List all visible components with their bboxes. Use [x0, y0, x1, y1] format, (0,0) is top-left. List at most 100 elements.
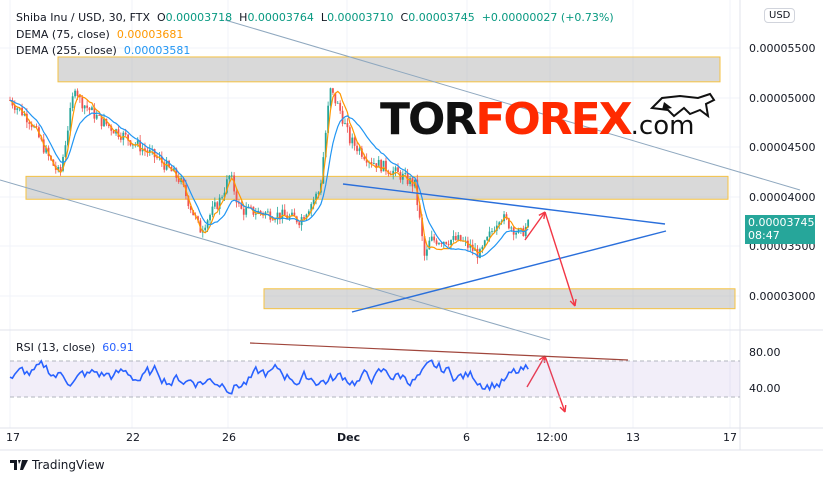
candle-body: [394, 167, 397, 171]
candle-body: [211, 206, 214, 215]
price-tick: 0.00004500: [749, 141, 816, 154]
symbol-legend: Shiba Inu / USD, 30, FTX O0.00003718 H0.…: [16, 11, 614, 24]
price-tick: 0.00005500: [749, 42, 816, 55]
change-value: +0.00000027 (+0.73%): [481, 11, 614, 24]
candle-body: [358, 148, 361, 152]
candle-body: [74, 90, 76, 97]
candle-body: [353, 137, 356, 146]
candle-body: [438, 243, 440, 245]
candle-body: [452, 235, 455, 240]
candle-body: [91, 107, 93, 111]
currency-button[interactable]: USD: [764, 8, 796, 23]
candle-body: [16, 108, 19, 110]
dema-255-legend[interactable]: DEMA (255, close) 0.00003581: [16, 44, 190, 57]
candle-body: [103, 118, 105, 127]
candle-body: [401, 173, 404, 180]
candle-body: [86, 105, 89, 108]
time-tick: 12:00: [536, 431, 568, 444]
price-chart[interactable]: [0, 0, 823, 482]
tradingview-icon: [10, 460, 28, 470]
candle-body: [454, 235, 457, 241]
candle-body: [510, 227, 513, 229]
torforex-watermark-logo: TORFOREX.com: [380, 92, 716, 142]
symbol-title: Shiba Inu / USD, 30, FTX: [16, 11, 150, 24]
close-value: 0.00003745: [408, 11, 475, 24]
candle-body: [336, 102, 339, 104]
candle-body: [112, 130, 115, 134]
price-tick: 0.00005000: [749, 92, 816, 105]
candle-body: [430, 236, 433, 241]
candle-body: [216, 202, 219, 209]
candle-body: [397, 167, 399, 173]
candle-body: [332, 88, 334, 93]
price-tick: 0.00003000: [749, 290, 816, 303]
candle-body: [527, 219, 530, 227]
candle-body: [88, 107, 91, 111]
candle-body: [254, 213, 257, 215]
candle-body: [98, 114, 101, 116]
support-resistance-zone: [57, 56, 721, 83]
open-value: 0.00003718: [165, 11, 233, 24]
candle-body: [491, 231, 493, 233]
candle-body: [213, 202, 216, 207]
candle-body: [488, 231, 491, 237]
high-value: 0.00003764: [247, 11, 314, 24]
candle-body: [83, 105, 86, 109]
price-tick: 0.00004000: [749, 191, 816, 204]
candle-body: [373, 163, 375, 165]
candle-body: [283, 209, 286, 216]
candle-body: [344, 122, 346, 124]
candle-body: [266, 211, 269, 213]
candle-body: [242, 208, 245, 215]
candle-body: [486, 236, 489, 241]
candle-body: [71, 96, 74, 108]
candle-body: [459, 235, 462, 241]
candle-body: [447, 243, 450, 245]
candle-body: [515, 232, 517, 235]
candle-body: [348, 127, 351, 144]
candle-body: [124, 132, 127, 135]
bar-countdown: 08:47: [748, 229, 780, 242]
candle-body: [221, 197, 223, 199]
time-tick: Dec: [337, 431, 361, 444]
bull-icon: [650, 92, 716, 119]
rsi-trend-line: [249, 342, 629, 361]
time-tick: 13: [626, 431, 640, 444]
rsi-tick: 80.00: [749, 346, 781, 359]
time-tick: 26: [222, 431, 236, 444]
time-tick: 17: [723, 431, 737, 444]
dema-75-legend[interactable]: DEMA (75, close) 0.00003681: [16, 28, 183, 41]
candle-body: [445, 241, 448, 244]
candle-body: [95, 114, 98, 119]
support-resistance-zone: [263, 288, 736, 310]
candle-body: [351, 137, 354, 144]
candle-body: [426, 249, 428, 256]
candle-body: [245, 207, 248, 215]
candle-body: [271, 219, 274, 221]
candle-body: [228, 175, 231, 180]
time-tick: 17: [6, 431, 20, 444]
candle-body: [329, 88, 332, 106]
candle-body: [298, 222, 301, 226]
candle-body: [457, 235, 460, 241]
candle-body: [450, 239, 452, 245]
candle-body: [339, 102, 342, 111]
time-tick: 22: [126, 431, 140, 444]
candle-body: [433, 236, 436, 241]
candle-body: [204, 227, 207, 231]
current-price-label: 0.00003745 08:47: [745, 215, 815, 244]
rsi-band: [10, 361, 740, 397]
candle-body: [209, 214, 211, 221]
candle-body: [230, 175, 233, 177]
candle-body: [404, 172, 407, 174]
candle-body: [356, 145, 358, 152]
candle-body: [382, 160, 385, 172]
candle-body: [59, 166, 62, 171]
tradingview-logo[interactable]: TradingView: [10, 458, 105, 472]
candle-body: [346, 122, 349, 128]
candle-body: [303, 217, 305, 219]
candle-body: [76, 90, 79, 96]
low-value: 0.00003710: [327, 11, 394, 24]
rsi-legend[interactable]: RSI (13, close) 60.91: [16, 341, 134, 354]
candle-body: [435, 240, 438, 245]
